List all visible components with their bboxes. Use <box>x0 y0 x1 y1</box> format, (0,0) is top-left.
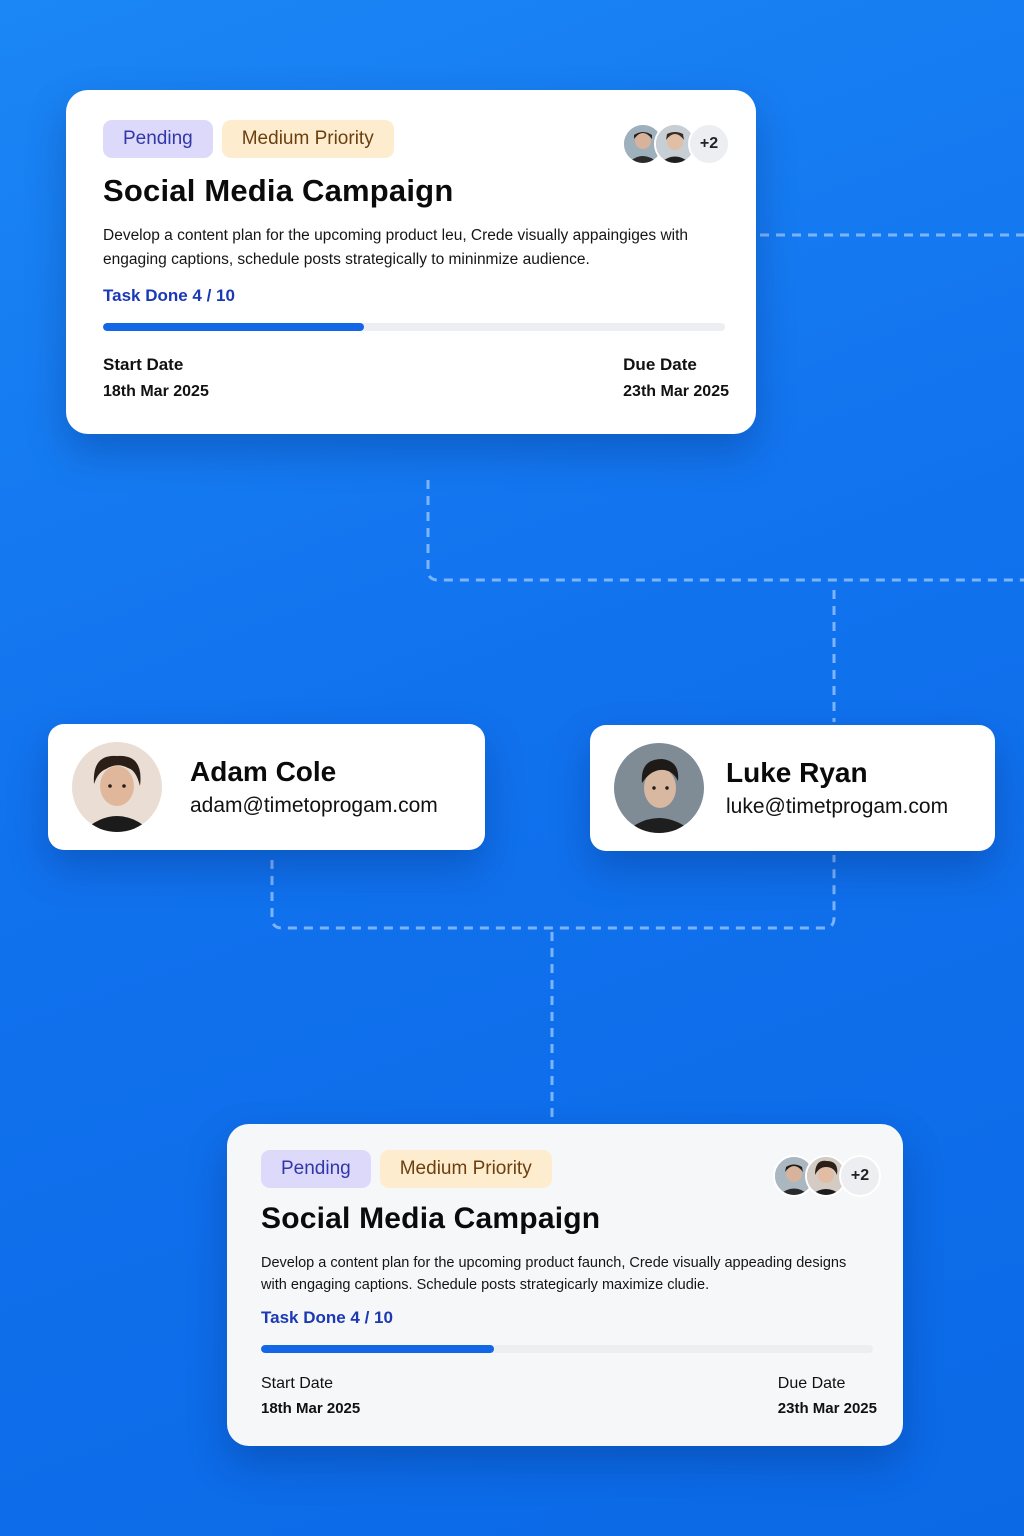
task-card-top[interactable]: Pending Medium Priority +2 Social Media … <box>66 90 756 434</box>
assignee-avatars[interactable]: +2 <box>773 1155 881 1197</box>
start-date: Start Date 18th Mar 2025 <box>261 1375 360 1417</box>
priority-badge[interactable]: Medium Priority <box>379 1150 552 1188</box>
progress-bar <box>103 323 725 331</box>
priority-badge[interactable]: Medium Priority <box>221 120 394 158</box>
progress-label: Task Done 4 / 10 <box>261 1308 393 1327</box>
progress-fill <box>103 323 365 331</box>
assignee-avatars[interactable]: +2 <box>622 123 730 165</box>
due-date-value: 23th Mar 2025 <box>777 1400 877 1417</box>
date-row: Start Date 18th Mar 2025 Due Date 23th M… <box>261 1375 877 1417</box>
start-date-value: 18th Mar 2025 <box>103 383 209 400</box>
connector-merge <box>270 855 836 930</box>
more-assignees-count[interactable]: +2 <box>839 1155 881 1197</box>
person-card-luke[interactable]: Luke Ryan luke@timetprogam.com <box>590 725 995 851</box>
person-email[interactable]: luke@timetprogam.com <box>726 795 948 819</box>
task-card-bottom[interactable]: Pending Medium Priority +2 Social Media … <box>227 1124 903 1446</box>
more-assignees-count[interactable]: +2 <box>688 123 730 165</box>
start-date-label: Start Date <box>261 1375 334 1392</box>
status-badge[interactable]: Pending <box>103 120 213 158</box>
start-date: Start Date 18th Mar 2025 <box>103 355 209 401</box>
task-title: Social Media Campaign <box>103 173 454 208</box>
progress-bar <box>261 1345 873 1353</box>
task-description: Develop a content plan for the upcoming … <box>103 227 689 268</box>
due-date-label: Due Date <box>777 1375 846 1392</box>
person-name: Adam Cole <box>190 756 337 787</box>
avatar <box>72 742 162 832</box>
task-description: Develop a content plan for the upcoming … <box>261 1255 847 1293</box>
due-date-label: Due Date <box>623 355 697 374</box>
due-date: Due Date 23th Mar 2025 <box>623 355 729 401</box>
due-date-value: 23th Mar 2025 <box>623 383 729 400</box>
due-date: Due Date 23th Mar 2025 <box>778 1375 877 1417</box>
person-name: Luke Ryan <box>726 757 868 788</box>
date-row: Start Date 18th Mar 2025 Due Date 23th M… <box>103 355 729 401</box>
task-title: Social Media Campaign <box>261 1202 601 1235</box>
connector-top-down <box>426 480 1024 582</box>
progress-label: Task Done 4 / 10 <box>103 286 235 305</box>
avatar <box>614 743 704 833</box>
start-date-value: 18th Mar 2025 <box>261 1400 361 1417</box>
person-email[interactable]: adam@timetoprogam.com <box>190 794 438 818</box>
person-card-adam[interactable]: Adam Cole adam@timetoprogam.com <box>48 724 485 850</box>
person-info: Adam Cole adam@timetoprogam.com <box>190 756 438 818</box>
status-badge[interactable]: Pending <box>261 1150 371 1188</box>
start-date-label: Start Date <box>103 355 184 374</box>
progress-fill <box>261 1345 494 1353</box>
person-info: Luke Ryan luke@timetprogam.com <box>726 757 948 819</box>
